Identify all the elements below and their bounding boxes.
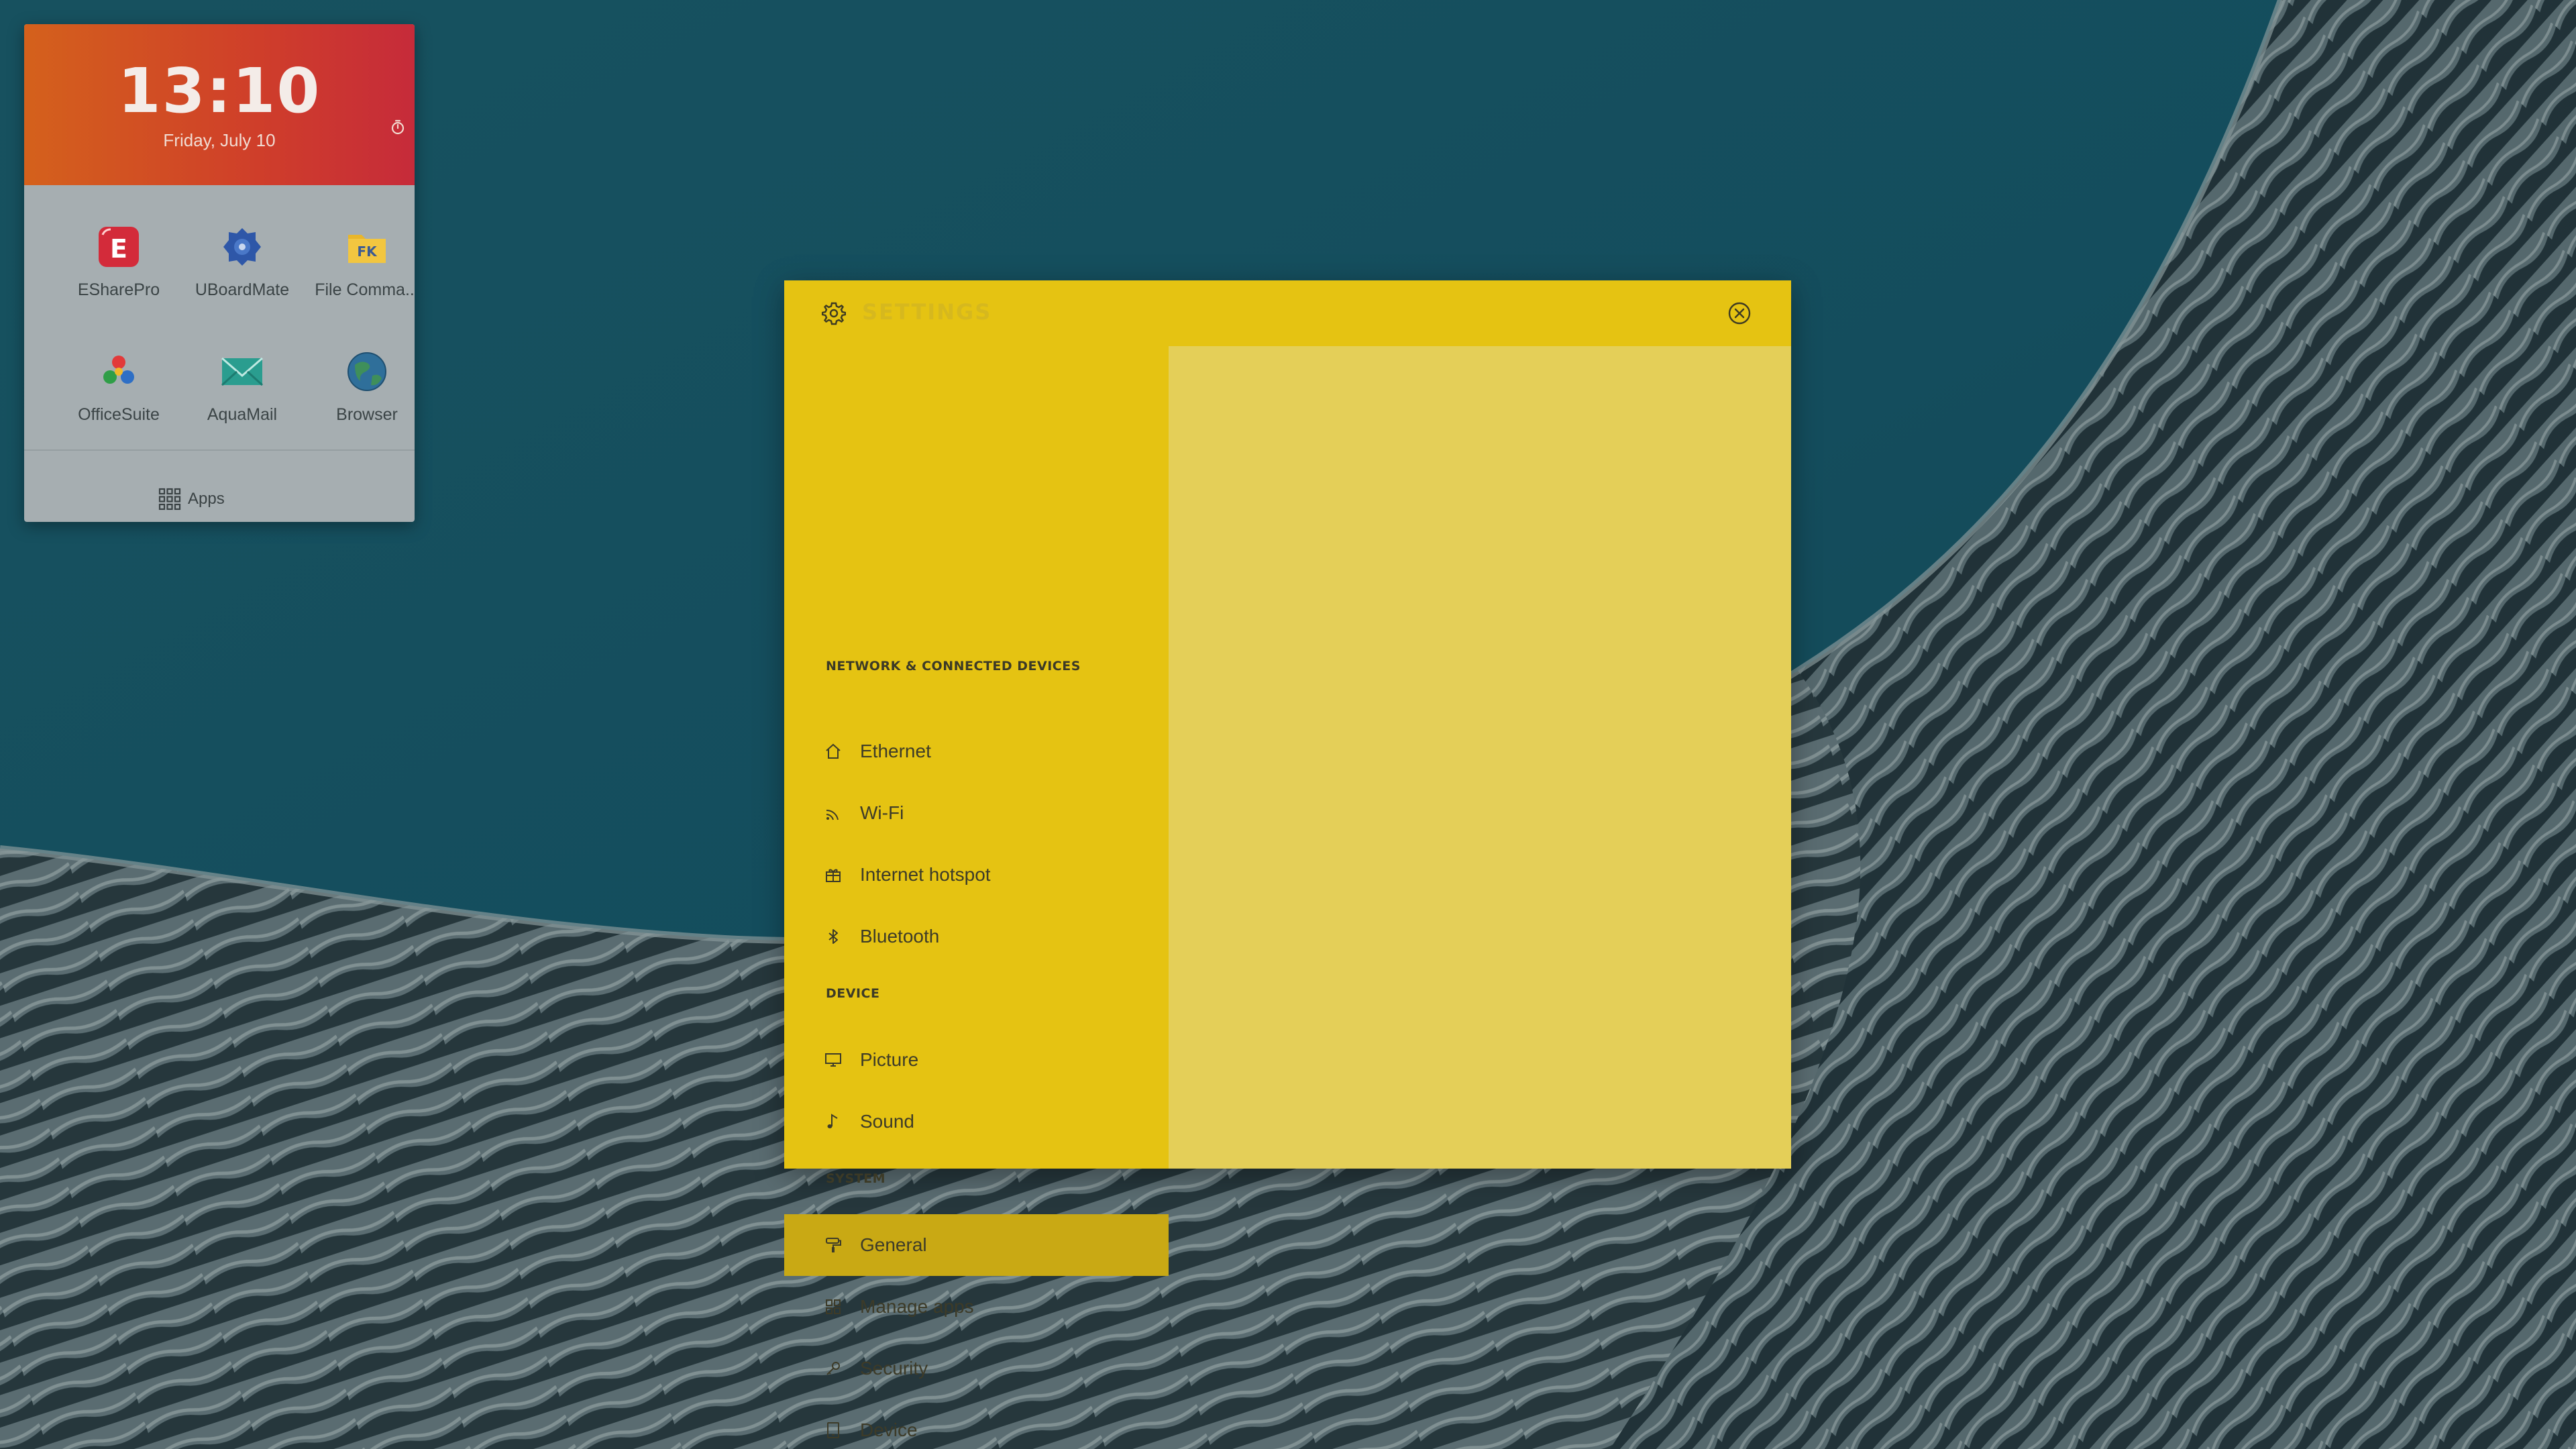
nav-item-sound[interactable]: Sound: [784, 1091, 1169, 1152]
home-icon: [826, 743, 841, 759]
app-tile-uboardmate[interactable]: UBoardMate: [180, 205, 305, 326]
officesuite-icon: [103, 356, 134, 384]
launcher-widget: 13:10 Friday, July 10 E ESharePro UBoard…: [24, 24, 415, 522]
nav-label-general: General: [860, 1234, 927, 1255]
app-tile-aquamail[interactable]: AquaMail: [180, 330, 305, 451]
esharepro-icon: E: [99, 227, 139, 267]
section-header-network: NETWORK & CONNECTED DEVICES: [826, 659, 1081, 674]
launcher-divider: [24, 449, 415, 451]
nav-item-general[interactable]: General: [784, 1214, 1169, 1276]
nav-label-ethernet: Ethernet: [860, 741, 931, 761]
nav-label-picture: Picture: [860, 1049, 919, 1070]
app-label-officesuite: OfficeSuite: [78, 405, 160, 424]
tablet-icon: [827, 1422, 839, 1438]
settings-titlebar: SETTINGS: [784, 280, 1791, 346]
nav-item-picture[interactable]: Picture: [784, 1029, 1169, 1091]
app-label-uboardmate: UBoardMate: [195, 280, 290, 299]
nav-item-bluetooth[interactable]: Bluetooth: [784, 906, 1169, 967]
paint-roller-icon: [826, 1238, 841, 1252]
monitor-icon: [825, 1053, 841, 1067]
clock-time: 13:10: [117, 55, 321, 127]
clock-date: Friday, July 10: [163, 130, 276, 150]
close-icon[interactable]: [1726, 300, 1753, 327]
app-tile-browser[interactable]: Browser: [305, 330, 415, 451]
app-label-aquamail: AquaMail: [207, 405, 278, 424]
aquamail-icon: [221, 357, 264, 386]
nav-label-internet-hotspot: Internet hotspot: [860, 864, 991, 885]
nav-item-internet-hotspot[interactable]: Internet hotspot: [784, 844, 1169, 906]
app-tile-file-commander[interactable]: FK File Comma...: [305, 205, 415, 326]
bluetooth-icon: [828, 929, 838, 944]
nav-label-sound: Sound: [860, 1111, 914, 1132]
all-apps-label: Apps: [188, 490, 225, 508]
clock-panel: 13:10 Friday, July 10: [24, 24, 415, 185]
all-apps-button[interactable]: Apps: [158, 487, 225, 511]
music-note-icon: [827, 1114, 838, 1128]
uboardmate-icon: [223, 228, 261, 266]
grid-icon: [826, 1299, 841, 1314]
nav-label-device: Device: [860, 1419, 918, 1440]
nav-item-wifi[interactable]: Wi-Fi: [784, 782, 1169, 844]
hotspot-icon: [826, 869, 841, 882]
nav-label-manage-apps: Manage apps: [860, 1296, 974, 1317]
app-grid: E ESharePro UBoardMate FK File Comma... …: [24, 185, 415, 474]
nav-item-ethernet[interactable]: Ethernet: [784, 720, 1169, 782]
settings-title: SETTINGS: [862, 299, 992, 325]
section-header-system: SYSTEM: [826, 1171, 885, 1186]
app-tile-officesuite[interactable]: OfficeSuite: [56, 330, 181, 451]
nav-item-manage-apps[interactable]: Manage apps: [784, 1276, 1169, 1338]
browser-icon: [347, 352, 386, 391]
app-label-esharepro: ESharePro: [77, 280, 160, 299]
desktop: 13:10 Friday, July 10 E ESharePro UBoard…: [0, 0, 2576, 1449]
nav-item-device[interactable]: Device: [784, 1399, 1169, 1449]
gear-icon: [822, 302, 846, 325]
nav-label-wifi: Wi-Fi: [860, 802, 904, 823]
nav-label-bluetooth: Bluetooth: [860, 926, 940, 947]
timer-icon[interactable]: [389, 118, 407, 136]
nav-label-security: Security: [860, 1358, 928, 1379]
wifi-icon: [826, 809, 839, 820]
svg-text:FK: FK: [357, 244, 378, 260]
settings-window: SETTINGS NETWORK & CONNECTED DEVICES Eth…: [784, 280, 1791, 1440]
file-commander-icon: FK: [348, 235, 386, 263]
key-icon: [826, 1362, 840, 1375]
settings-sidebar: NETWORK & CONNECTED DEVICES Ethernet Wi-…: [784, 346, 1169, 1440]
apps-grid-icon: [158, 488, 181, 511]
svg-text:E: E: [110, 234, 127, 264]
section-header-device: DEVICE: [826, 986, 880, 1001]
app-label-browser: Browser: [336, 405, 398, 424]
app-label-file-commander: File Comma...: [315, 280, 415, 299]
settings-content-pane: [1169, 346, 1791, 1169]
nav-item-security[interactable]: Security: [784, 1338, 1169, 1399]
app-tile-esharepro[interactable]: E ESharePro: [56, 205, 181, 326]
